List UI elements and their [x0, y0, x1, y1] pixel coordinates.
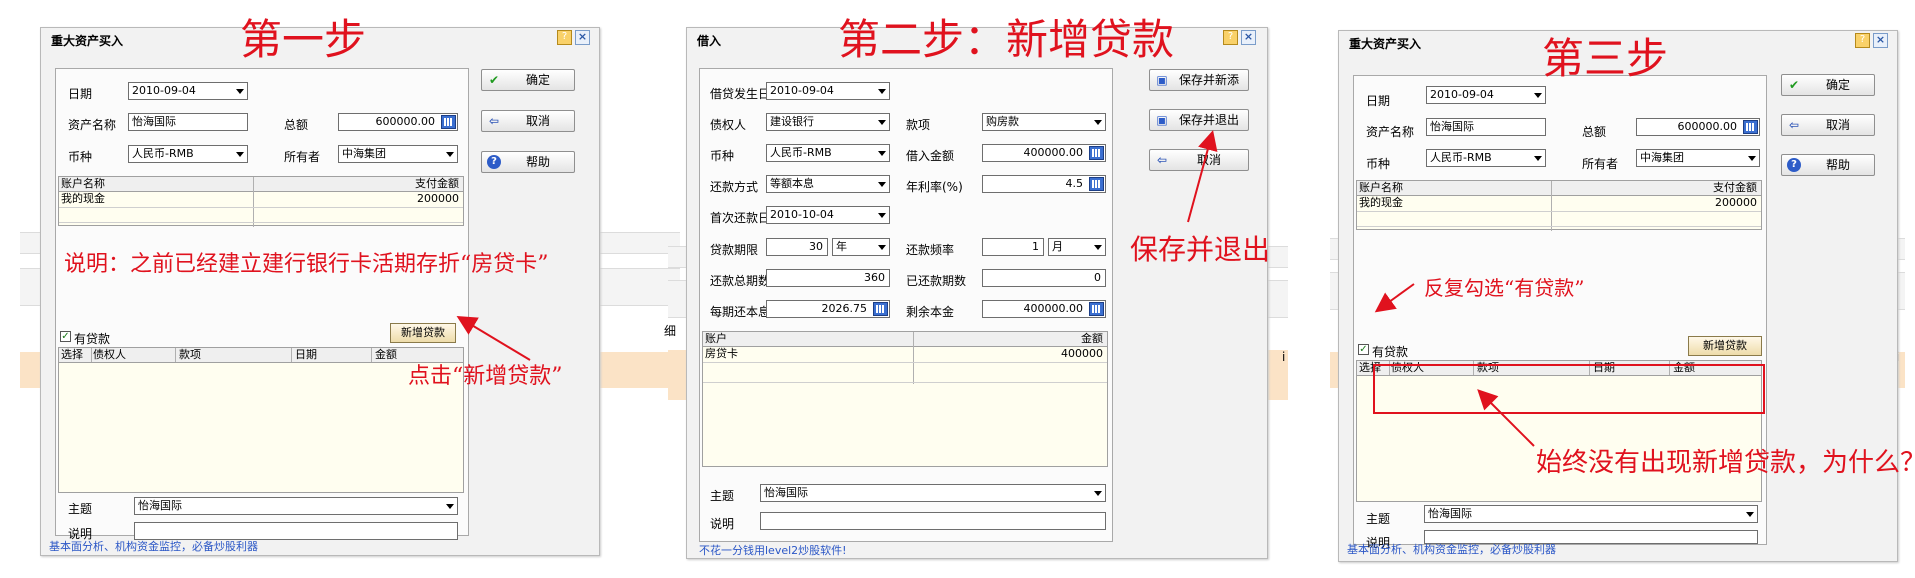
annotation-arrows	[456, 130, 1535, 447]
arrow-to-new-loan-button	[456, 315, 531, 361]
arrow-to-empty-loan-area	[1477, 389, 1535, 447]
arrow-to-save-exit-button	[1187, 130, 1218, 223]
arrow-to-has-loan-checkbox	[1374, 283, 1415, 313]
